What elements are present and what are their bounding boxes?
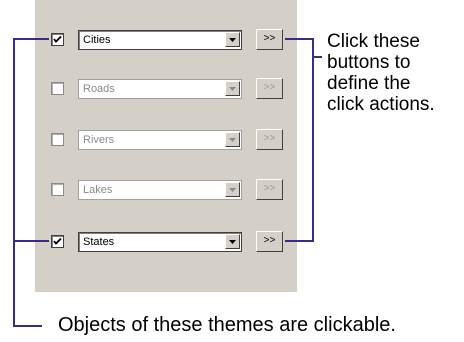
connector-right-bracket — [285, 38, 314, 242]
annotation-line: click actions. — [327, 94, 435, 115]
click-buttons-annotation: Click these buttons to define the click … — [327, 31, 435, 115]
annotation-line: define the — [327, 73, 411, 94]
annotation-line: Click these — [327, 31, 420, 52]
connector-left-bracket — [13, 38, 49, 242]
annotation-line: buttons to — [327, 52, 411, 73]
connector-left-to-caption — [13, 241, 42, 327]
clickable-themes-annotation: Objects of these themes are clickable. — [58, 314, 396, 336]
